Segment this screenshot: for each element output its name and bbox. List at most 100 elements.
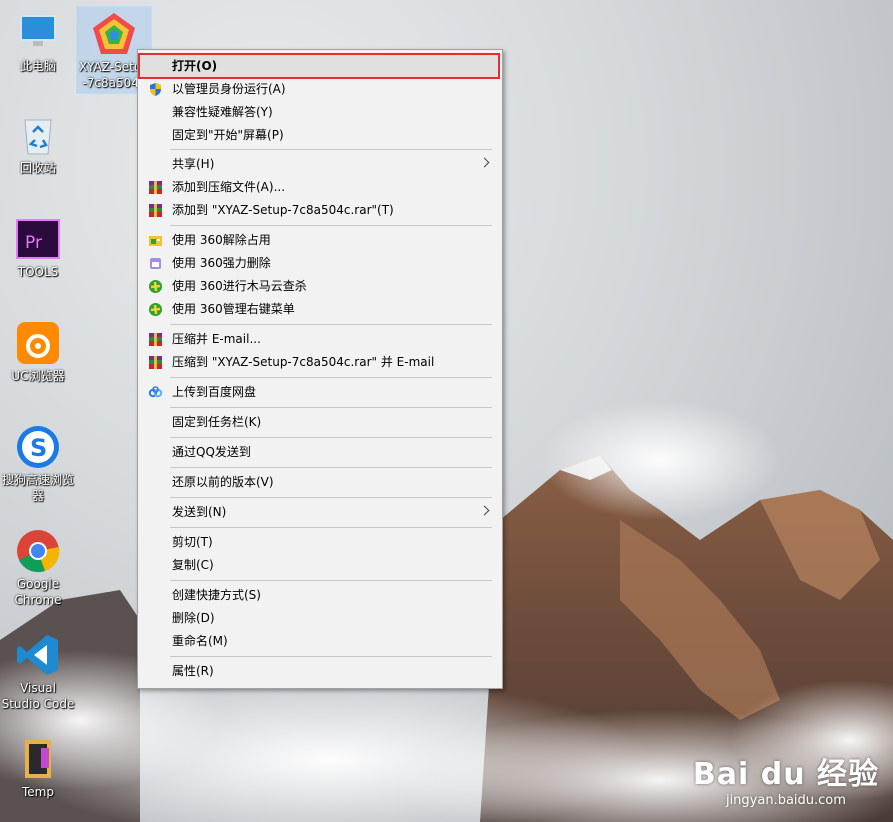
winrar-icon bbox=[148, 332, 163, 347]
desktop-icon-sogou-browser[interactable]: S 搜狗高速浏览 器 bbox=[1, 424, 75, 504]
menu-separator bbox=[170, 467, 492, 468]
menu-item-share[interactable]: 共享(H) bbox=[140, 153, 498, 175]
menu-item-label: 兼容性疑难解答(Y) bbox=[172, 105, 273, 119]
sogou-browser-icon: S bbox=[15, 424, 61, 470]
menu-item-label: 固定到"开始"屏幕(P) bbox=[172, 128, 284, 142]
menu-item-add-to-rar[interactable]: 添加到 "XYAZ-Setup-7c8a504c.rar"(T) bbox=[140, 199, 498, 221]
menu-item-restore-versions[interactable]: 还原以前的版本(V) bbox=[140, 471, 498, 493]
setup-icon bbox=[91, 11, 137, 57]
desktop-icon-recycle-bin[interactable]: 回收站 bbox=[1, 112, 75, 176]
desktop-icon-uc-browser[interactable]: UC浏览器 bbox=[1, 320, 75, 384]
premiere-folder-icon: Pr bbox=[15, 216, 61, 262]
chevron-right-icon bbox=[479, 505, 490, 516]
menu-separator bbox=[170, 656, 492, 657]
folder-icon bbox=[15, 736, 61, 782]
menu-item-compress-rar-email[interactable]: 压缩到 "XYAZ-Setup-7c8a504c.rar" 并 E-mail bbox=[140, 351, 498, 373]
baidu-netdisk-icon bbox=[148, 385, 163, 400]
winrar-icon bbox=[148, 180, 163, 195]
chevron-right-icon bbox=[479, 157, 490, 168]
menu-separator bbox=[170, 527, 492, 528]
menu-item-label: 上传到百度网盘 bbox=[172, 385, 257, 399]
menu-item-send-to[interactable]: 发送到(N) bbox=[140, 501, 498, 523]
watermark-logo: Bai du 经验 bbox=[692, 757, 879, 792]
menu-separator bbox=[170, 497, 492, 498]
desktop-icon-label: 此电脑 bbox=[19, 59, 56, 73]
menu-item-copy[interactable]: 复制(C) bbox=[140, 554, 498, 576]
menu-item-send-via-qq[interactable]: 通过QQ发送到 bbox=[140, 441, 498, 463]
menu-item-label: 剪切(T) bbox=[172, 535, 213, 549]
menu-item-compatibility[interactable]: 兼容性疑难解答(Y) bbox=[140, 101, 498, 123]
svg-text:Pr: Pr bbox=[25, 233, 42, 253]
menu-item-compress-email[interactable]: 压缩并 E-mail... bbox=[140, 328, 498, 350]
360-delete-icon bbox=[148, 256, 163, 271]
360-manage-icon bbox=[148, 302, 163, 317]
menu-item-pin-start[interactable]: 固定到"开始"屏幕(P) bbox=[140, 124, 498, 146]
menu-item-360-unlock[interactable]: 使用 360解除占用 bbox=[140, 229, 498, 251]
menu-item-properties[interactable]: 属性(R) bbox=[140, 660, 498, 682]
menu-item-label: 通过QQ发送到 bbox=[172, 445, 251, 459]
context-menu: 打开(O) 以管理员身份运行(A) 兼容性疑难解答(Y) 固定到"开始"屏幕(P… bbox=[137, 49, 503, 689]
menu-item-label: 删除(D) bbox=[172, 611, 215, 625]
menu-item-delete[interactable]: 删除(D) bbox=[140, 607, 498, 629]
recycle-bin-icon bbox=[15, 112, 61, 158]
menu-item-label: 使用 360强力删除 bbox=[172, 256, 271, 270]
menu-item-label: 打开(O) bbox=[172, 59, 218, 73]
menu-item-label: 压缩并 E-mail... bbox=[172, 332, 261, 346]
menu-item-label: 发送到(N) bbox=[172, 505, 227, 519]
desktop-icon-this-pc[interactable]: 此电脑 bbox=[1, 10, 75, 74]
menu-separator bbox=[170, 149, 492, 150]
desktop[interactable]: 此电脑 XYAZ-Setup -7c8a504c 回收站 Pr TOOLS UC… bbox=[0, 0, 893, 822]
desktop-icon-label: Temp bbox=[22, 785, 54, 799]
menu-item-label: 创建快捷方式(S) bbox=[172, 588, 261, 602]
desktop-icon-vscode[interactable]: Visual Studio Code bbox=[1, 632, 75, 712]
menu-item-label: 以管理员身份运行(A) bbox=[172, 82, 286, 96]
menu-item-label: 属性(R) bbox=[172, 664, 214, 678]
svg-text:S: S bbox=[30, 434, 47, 462]
chrome-icon bbox=[15, 528, 61, 574]
360-scan-icon bbox=[148, 279, 163, 294]
menu-item-run-as-admin[interactable]: 以管理员身份运行(A) bbox=[140, 78, 498, 100]
menu-item-label: 添加到 "XYAZ-Setup-7c8a504c.rar"(T) bbox=[172, 203, 394, 217]
desktop-icon-label: TOOLS bbox=[17, 265, 59, 279]
menu-item-label: 复制(C) bbox=[172, 558, 214, 572]
desktop-icon-label: Google Chrome bbox=[14, 577, 62, 607]
menu-item-open[interactable]: 打开(O) bbox=[138, 53, 500, 79]
menu-item-360-force-delete[interactable]: 使用 360强力删除 bbox=[140, 252, 498, 274]
menu-separator bbox=[170, 324, 492, 325]
menu-item-label: 使用 360管理右键菜单 bbox=[172, 302, 295, 316]
menu-item-label: 压缩到 "XYAZ-Setup-7c8a504c.rar" 并 E-mail bbox=[172, 355, 435, 369]
menu-item-360-trojan-scan[interactable]: 使用 360进行木马云查杀 bbox=[140, 275, 498, 297]
menu-item-rename[interactable]: 重命名(M) bbox=[140, 630, 498, 652]
menu-item-label: 共享(H) bbox=[172, 157, 215, 171]
watermark-url: jingyan.baidu.com bbox=[725, 793, 846, 808]
desktop-icon-label: Visual Studio Code bbox=[1, 681, 75, 711]
desktop-icon-label: 搜狗高速浏览 器 bbox=[1, 473, 74, 503]
menu-item-label: 重命名(M) bbox=[172, 634, 228, 648]
computer-icon bbox=[15, 10, 61, 56]
vscode-icon bbox=[15, 632, 61, 678]
menu-item-label: 添加到压缩文件(A)... bbox=[172, 180, 286, 194]
menu-item-upload-baidu-netdisk[interactable]: 上传到百度网盘 bbox=[140, 381, 498, 403]
desktop-icon-temp[interactable]: Temp bbox=[1, 736, 75, 800]
menu-item-pin-taskbar[interactable]: 固定到任务栏(K) bbox=[140, 411, 498, 433]
winrar-icon bbox=[148, 355, 163, 370]
menu-item-create-shortcut[interactable]: 创建快捷方式(S) bbox=[140, 584, 498, 606]
menu-separator bbox=[170, 580, 492, 581]
winrar-icon bbox=[148, 203, 163, 218]
menu-item-360-manage-menu[interactable]: 使用 360管理右键菜单 bbox=[140, 298, 498, 320]
360-unlock-icon bbox=[148, 233, 163, 248]
desktop-icon-label: UC浏览器 bbox=[11, 369, 65, 383]
menu-item-label: 还原以前的版本(V) bbox=[172, 475, 274, 489]
shield-icon bbox=[148, 82, 163, 97]
desktop-icon-tools[interactable]: Pr TOOLS bbox=[1, 216, 75, 280]
menu-separator bbox=[170, 225, 492, 226]
menu-item-cut[interactable]: 剪切(T) bbox=[140, 531, 498, 553]
desktop-icon-chrome[interactable]: Google Chrome bbox=[1, 528, 75, 608]
desktop-icon-label: 回收站 bbox=[19, 161, 56, 175]
menu-separator bbox=[170, 437, 492, 438]
uc-browser-icon bbox=[15, 320, 61, 366]
menu-item-add-to-archive[interactable]: 添加到压缩文件(A)... bbox=[140, 176, 498, 198]
menu-item-label: 使用 360解除占用 bbox=[172, 233, 271, 247]
baidu-jingyan-watermark: Bai du 经验 jingyan.baidu.com bbox=[693, 749, 879, 808]
menu-separator bbox=[170, 377, 492, 378]
